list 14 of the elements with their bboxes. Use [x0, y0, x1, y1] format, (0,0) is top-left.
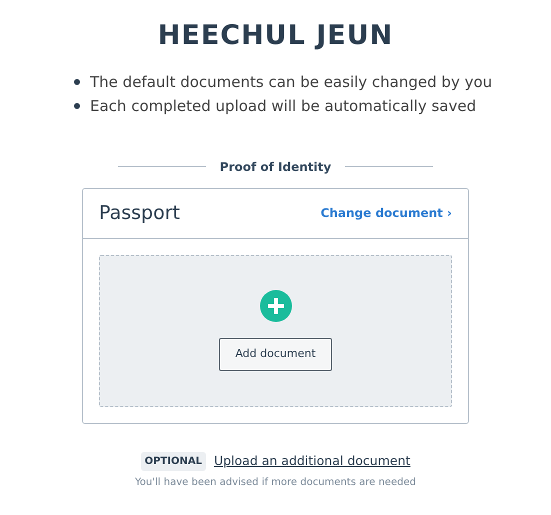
- optional-badge: OPTIONAL: [140, 452, 206, 470]
- upload-additional-link[interactable]: Upload an additional document: [214, 452, 410, 470]
- bullet-icon: [74, 78, 80, 85]
- bullet-icon: [74, 103, 80, 110]
- add-document-button[interactable]: Add document: [219, 338, 332, 371]
- note-text: Each completed upload will be automatically saved: [90, 96, 476, 117]
- change-document-link[interactable]: Change document ›: [320, 204, 452, 222]
- section-heading: Proof of Identity: [220, 158, 332, 176]
- card-title: Passport: [99, 200, 180, 226]
- page-title: HEECHUL JEUN: [158, 19, 394, 53]
- hint-text: You'll have been advised if more documents are needed: [135, 476, 416, 490]
- note-text: The default documents can be easily changed by you: [90, 72, 492, 92]
- upload-dropzone[interactable]: Add document: [99, 254, 452, 406]
- add-icon[interactable]: [260, 290, 292, 322]
